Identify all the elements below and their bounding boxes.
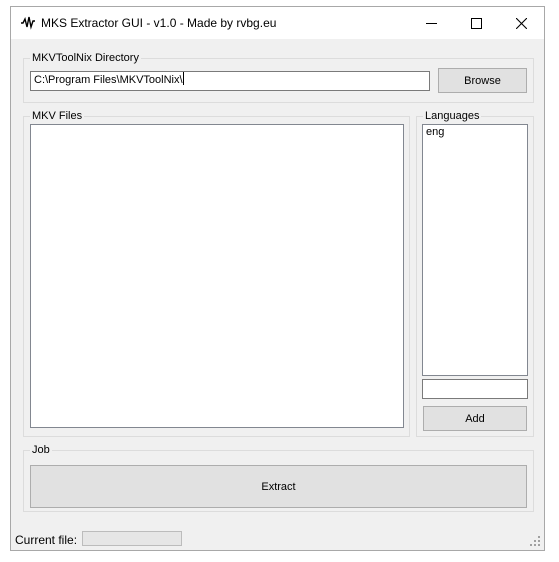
- language-item[interactable]: eng: [423, 125, 527, 140]
- mkvtoolnix-group: MKVToolNix Directory C:\Program Files\MK…: [23, 51, 534, 103]
- app-icon: [21, 16, 35, 30]
- job-group: Job Extract: [23, 443, 534, 512]
- maximize-icon: [471, 18, 482, 29]
- close-button[interactable]: [499, 7, 544, 39]
- extract-button[interactable]: Extract: [30, 465, 527, 508]
- browse-button[interactable]: Browse: [438, 68, 527, 93]
- mkv-files-group-label: MKV Files: [30, 109, 85, 123]
- mkv-files-group: MKV Files: [23, 109, 410, 437]
- languages-group-label: Languages: [423, 109, 482, 123]
- add-language-button[interactable]: Add: [423, 406, 527, 431]
- languages-list[interactable]: eng: [422, 124, 528, 376]
- main-window: MKS Extractor GUI - v1.0 - Made by rvbg.…: [10, 6, 545, 551]
- maximize-button[interactable]: [454, 7, 499, 39]
- window-title: MKS Extractor GUI - v1.0 - Made by rvbg.…: [41, 16, 277, 30]
- job-group-label: Job: [30, 443, 52, 457]
- minimize-button[interactable]: [409, 7, 454, 39]
- current-file-label: Current file:: [15, 533, 78, 547]
- minimize-icon: [426, 23, 437, 24]
- status-bar: Current file:: [11, 527, 544, 550]
- text-caret: [182, 72, 184, 85]
- close-icon: [516, 18, 527, 29]
- mkvtoolnix-path-value: C:\Program Files\MKVToolNix\: [34, 74, 183, 86]
- new-language-input[interactable]: [422, 379, 528, 399]
- resize-grip-icon[interactable]: [529, 535, 541, 547]
- mkvtoolnix-group-label: MKVToolNix Directory: [30, 51, 141, 65]
- progress-bar: [82, 531, 182, 546]
- languages-group: Languages eng Add: [416, 109, 534, 437]
- title-bar[interactable]: MKS Extractor GUI - v1.0 - Made by rvbg.…: [11, 7, 544, 39]
- mkvtoolnix-path-input[interactable]: C:\Program Files\MKVToolNix\: [30, 71, 430, 91]
- mkv-files-list[interactable]: [30, 124, 404, 428]
